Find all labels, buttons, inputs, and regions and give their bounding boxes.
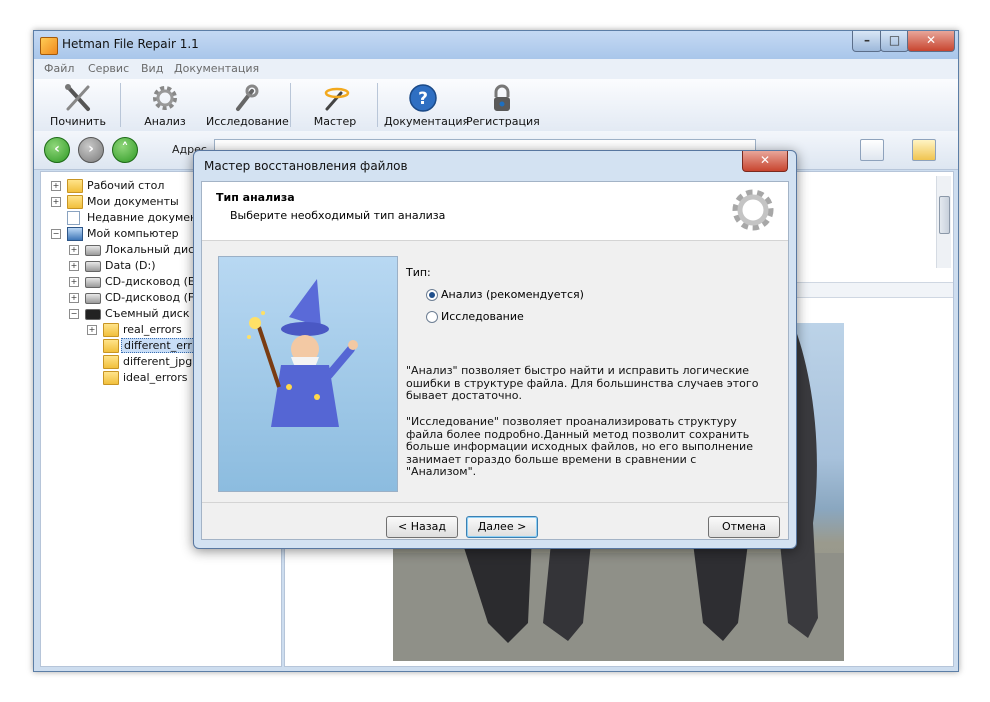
wizard-dialog: Мастер восстановления файлов ✕ Тип анали…	[193, 150, 797, 549]
lock-icon	[486, 83, 518, 113]
menu-service[interactable]: Сервис	[88, 62, 129, 75]
back-button[interactable]: < Назад	[386, 516, 458, 538]
tree-item-desktop[interactable]: + Рабочий стол	[51, 178, 201, 194]
type-label: Тип:	[406, 266, 431, 279]
cancel-button[interactable]: Отмена	[708, 516, 780, 538]
help-icon: ?	[407, 83, 439, 113]
back-arrow-icon[interactable]: ‹	[44, 137, 70, 163]
research-button[interactable]: Исследование	[206, 81, 289, 129]
header-title: Тип анализа	[216, 191, 295, 204]
dialog-body: Тип анализа Выберите необходимый тип ана…	[201, 181, 789, 540]
minimize-button[interactable]: –	[852, 31, 882, 52]
preview-icon[interactable]	[860, 139, 884, 161]
vertical-scrollbar[interactable]	[936, 176, 951, 268]
svg-text:?: ?	[418, 89, 428, 109]
title-bar: Hetman File Repair 1.1 – □ ✕	[34, 31, 958, 59]
toolbar-separator	[377, 83, 378, 127]
maximize-button[interactable]: □	[880, 31, 909, 52]
tree-item-documents[interactable]: + Мои документы	[51, 194, 201, 210]
header-subtitle: Выберите необходимый тип анализа	[230, 209, 446, 222]
next-button[interactable]: Далее >	[466, 516, 538, 538]
dialog-title: Мастер восстановления файлов	[204, 159, 408, 173]
forward-arrow-icon[interactable]: ›	[78, 137, 104, 163]
app-icon	[40, 37, 58, 55]
menu-bar: Файл Сервис Вид Документация	[34, 59, 958, 79]
toolbar: Починить Анализ Исследование Мастер ? До…	[34, 79, 958, 132]
toolbar-separator	[290, 83, 291, 127]
toolbar-separator	[120, 83, 121, 127]
magic-wand-icon	[319, 83, 351, 113]
window-title: Hetman File Repair 1.1	[62, 37, 199, 51]
repair-button[interactable]: Починить	[42, 81, 114, 129]
analysis-description: "Анализ" позволяет быстро найти и исправ…	[406, 364, 759, 402]
analysis-button[interactable]: Анализ	[130, 81, 200, 129]
menu-view[interactable]: Вид	[141, 62, 163, 75]
scrollbar-thumb[interactable]	[939, 196, 950, 234]
tree-item-computer[interactable]: − Мой компьютер	[51, 226, 201, 242]
wizard-illustration	[218, 256, 398, 492]
wrench-gear-icon	[230, 83, 262, 113]
dialog-close-button[interactable]: ✕	[742, 151, 788, 172]
menu-documentation[interactable]: Документация	[174, 62, 259, 75]
folder-icon[interactable]	[912, 139, 936, 161]
radio-analysis[interactable]: Анализ (рекомендуется)	[426, 288, 606, 302]
gear-icon	[149, 83, 181, 113]
dialog-header: Тип анализа Выберите необходимый тип ана…	[202, 182, 788, 241]
repair-tools-icon	[62, 83, 94, 113]
menu-file[interactable]: Файл	[44, 62, 74, 75]
research-description: "Исследование" позволяет проанализироват…	[406, 415, 753, 478]
gear-icon	[729, 186, 777, 234]
wizard-button[interactable]: Мастер	[300, 81, 370, 129]
up-arrow-icon[interactable]: ˄	[112, 137, 138, 163]
radio-research[interactable]: Исследование	[426, 310, 606, 324]
tree-item-real-errors[interactable]: + real_errors	[87, 322, 207, 338]
documentation-button[interactable]: ? Документация	[384, 81, 469, 129]
registration-button[interactable]: Регистрация	[466, 81, 540, 129]
radio-selected-icon[interactable]	[426, 289, 438, 301]
close-button[interactable]: ✕	[907, 31, 955, 52]
radio-unselected-icon[interactable]	[426, 311, 438, 323]
